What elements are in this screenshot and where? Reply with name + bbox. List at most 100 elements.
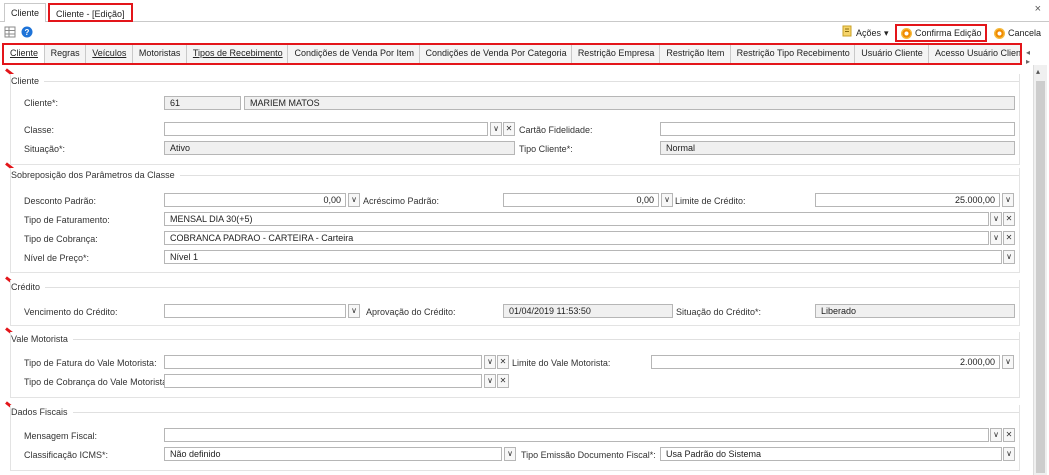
clear-icon[interactable]: ✕: [1003, 212, 1015, 226]
section-sobreposicao: Sobreposição dos Parâmetros da Classe De…: [10, 168, 1020, 273]
chevron-down-icon[interactable]: ∨: [1003, 447, 1015, 461]
tipo-fatura-vale-label: Tipo de Fatura do Vale Motorista:: [24, 358, 157, 368]
limite-credito-label: Limite de Crédito:: [675, 196, 746, 206]
scroll-up-icon[interactable]: ▴: [1036, 67, 1040, 76]
actions-label: Ações: [856, 28, 882, 38]
chevron-down-icon[interactable]: ∨: [990, 231, 1002, 245]
confirm-edit-button[interactable]: Confirma Edição: [895, 24, 987, 42]
acrescimo-padrao-label: Acréscimo Padrão:: [363, 196, 440, 206]
scrollbar-thumb[interactable]: [1036, 81, 1045, 473]
cliente-label: Cliente*:: [24, 98, 59, 108]
limite-credito-field[interactable]: 25.000,00: [815, 193, 1000, 207]
tipo-emissao-label: Tipo Emissão Documento Fiscal*:: [521, 450, 656, 460]
clear-icon[interactable]: ✕: [503, 122, 515, 136]
vencimento-credito-field[interactable]: [164, 304, 346, 318]
vencimento-credito-label: Vencimento do Crédito:: [24, 307, 118, 317]
section-vale-motorista: Vale Motorista Tipo de Fatura do Vale Mo…: [10, 332, 1020, 398]
tipo-cobranca-label: Tipo de Cobrança:: [24, 234, 98, 244]
tab-acesso-usuario-cliente[interactable]: Acesso Usuário Cliente: [929, 45, 1020, 63]
tab-condicoes-categoria[interactable]: Condições de Venda Por Categoria: [420, 45, 572, 63]
chevron-down-icon: ▾: [884, 28, 889, 38]
tipo-cliente-field[interactable]: Normal: [660, 141, 1015, 155]
tab-tipos-recebimento[interactable]: Tipos de Recebimento: [187, 45, 289, 63]
chevron-down-icon[interactable]: ∨: [348, 304, 360, 318]
limite-vale-label: Limite do Vale Motorista:: [512, 358, 611, 368]
cliente-code-field[interactable]: 61: [164, 96, 241, 110]
tipo-cliente-label: Tipo Cliente*:: [519, 144, 573, 154]
cancel-button[interactable]: Cancela: [994, 25, 1041, 41]
tab-restricao-empresa[interactable]: Restrição Empresa: [572, 45, 661, 63]
section-title: Sobreposição dos Parâmetros da Classe: [11, 168, 180, 182]
chevron-down-icon[interactable]: ∨: [504, 447, 516, 461]
clear-icon[interactable]: ✕: [497, 374, 509, 388]
chevron-down-icon[interactable]: ∨: [348, 193, 360, 207]
tab-restricao-tipo-recebimento[interactable]: Restrição Tipo Recebimento: [731, 45, 856, 63]
tab-condicoes-item[interactable]: Condições de Venda Por Item: [288, 45, 420, 63]
tab-scroll-arrows[interactable]: ◂ ▸: [1026, 48, 1049, 66]
aprovacao-credito-label: Aprovação do Crédito:: [366, 307, 456, 317]
section-credito: Crédito Vencimento do Crédito: ∨ Aprovaç…: [10, 280, 1020, 326]
limite-vale-field[interactable]: 2.000,00: [651, 355, 1000, 369]
section-title: Cliente: [11, 74, 45, 88]
actions-icon: [842, 25, 853, 41]
chevron-down-icon[interactable]: ∨: [490, 122, 502, 136]
cancel-label: Cancela: [1008, 28, 1042, 38]
tab-cliente[interactable]: Cliente: [4, 45, 45, 63]
tipo-emissao-select[interactable]: Usa Padrão do Sistema: [660, 447, 1002, 461]
nivel-preco-select[interactable]: Nível 1: [164, 250, 1002, 264]
toolbar: ? Ações ▾ Confirma Edição Cancela: [0, 22, 1049, 42]
acrescimo-padrao-field[interactable]: 0,00: [503, 193, 659, 207]
section-title: Crédito: [11, 280, 46, 294]
tab-restricao-item[interactable]: Restrição Item: [660, 45, 731, 63]
vertical-scrollbar[interactable]: ▴: [1033, 65, 1047, 475]
confirm-edit-label: Confirma Edição: [915, 28, 982, 38]
tipo-faturamento-label: Tipo de Faturamento:: [24, 215, 110, 225]
tab-cliente-list[interactable]: Cliente: [4, 3, 47, 22]
classificacao-icms-label: Classificação ICMS*:: [24, 450, 109, 460]
chevron-down-icon[interactable]: ∨: [661, 193, 673, 207]
classificacao-icms-select[interactable]: Não definido: [164, 447, 502, 461]
tipo-cobranca-select[interactable]: COBRANCA PADRAO - CARTEIRA - Carteira: [164, 231, 989, 245]
tab-cliente-edicao[interactable]: Cliente - [Edição]: [48, 3, 133, 22]
confirm-icon: [901, 27, 912, 39]
desconto-padrao-field[interactable]: 0,00: [164, 193, 346, 207]
situacao-field[interactable]: Ativo: [164, 141, 515, 155]
tab-usuario-cliente[interactable]: Usuário Cliente: [855, 45, 930, 63]
mensagem-fiscal-select[interactable]: [164, 428, 989, 442]
section-title: Dados Fiscais: [11, 405, 73, 419]
classe-select[interactable]: [164, 122, 488, 136]
chevron-down-icon[interactable]: ∨: [1002, 355, 1014, 369]
tipo-cobranca-vale-label: Tipo de Cobrança do Vale Motorista:: [24, 377, 170, 387]
close-icon[interactable]: ×: [1035, 3, 1041, 15]
cancel-icon: [994, 27, 1005, 39]
chevron-down-icon[interactable]: ∨: [1002, 193, 1014, 207]
aprovacao-credito-field[interactable]: 01/04/2019 11:53:50: [503, 304, 673, 318]
tipo-fatura-vale-select[interactable]: [164, 355, 482, 369]
chevron-down-icon[interactable]: ∨: [990, 212, 1002, 226]
situacao-credito-label: Situação do Crédito*:: [676, 307, 762, 317]
clear-icon[interactable]: ✕: [1003, 231, 1015, 245]
tab-veiculos[interactable]: Veículos: [86, 45, 133, 63]
section-tab-bar: Cliente Regras Veículos Motoristas Tipos…: [2, 43, 1022, 65]
tab-motoristas[interactable]: Motoristas: [133, 45, 187, 63]
chevron-down-icon[interactable]: ∨: [1003, 250, 1015, 264]
document-tab-bar: Cliente Cliente - [Edição] ×: [0, 0, 1049, 22]
clear-icon[interactable]: ✕: [497, 355, 509, 369]
grid-icon[interactable]: [4, 26, 16, 38]
cliente-name-field[interactable]: MARIEM MATOS: [244, 96, 1015, 110]
cartao-fidelidade-label: Cartão Fidelidade:: [519, 125, 593, 135]
help-icon[interactable]: ?: [21, 26, 33, 38]
situacao-credito-field[interactable]: Liberado: [815, 304, 1015, 318]
cartao-fidelidade-field[interactable]: [660, 122, 1015, 136]
chevron-down-icon[interactable]: ∨: [484, 355, 496, 369]
tipo-faturamento-select[interactable]: MENSAL DIA 30(+5): [164, 212, 989, 226]
actions-button[interactable]: Ações ▾: [842, 25, 889, 41]
chevron-down-icon[interactable]: ∨: [990, 428, 1002, 442]
tab-regras[interactable]: Regras: [45, 45, 87, 63]
clear-icon[interactable]: ✕: [1003, 428, 1015, 442]
section-title: Vale Motorista: [11, 332, 73, 346]
chevron-down-icon[interactable]: ∨: [484, 374, 496, 388]
section-cliente: Cliente Cliente*: 61 MARIEM MATOS Classe…: [10, 74, 1020, 165]
tipo-cobranca-vale-select[interactable]: [164, 374, 482, 388]
situacao-label: Situação*:: [24, 144, 66, 154]
